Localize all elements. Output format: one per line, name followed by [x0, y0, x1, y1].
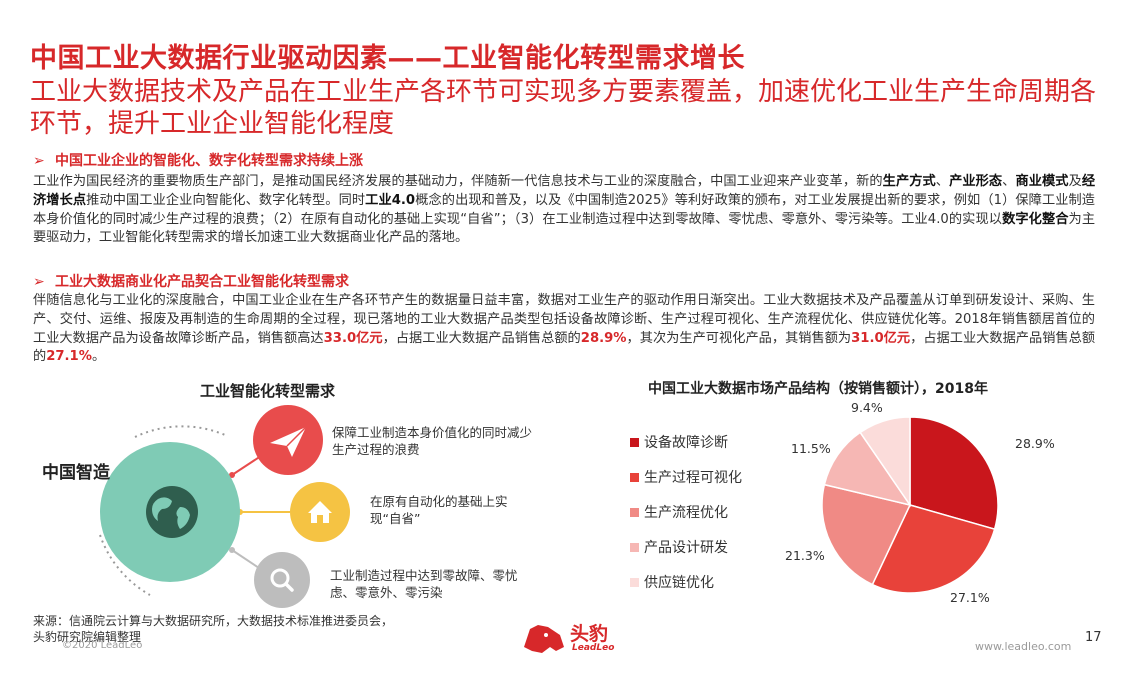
- legend-item: 供应链优化: [630, 572, 714, 592]
- data-label: 9.4%: [851, 400, 883, 415]
- logo-subtext: LeadLeo: [572, 643, 615, 653]
- page-subtitle: 工业大数据技术及产品在工业生产各环节可实现多方要素覆盖，加速优化工业生产生命周期…: [30, 77, 1097, 139]
- magnifier-icon: [254, 552, 310, 608]
- legend-swatch: [630, 577, 639, 587]
- legend-swatch: [630, 542, 639, 552]
- data-label: 11.5%: [791, 441, 831, 456]
- pie-chart: [821, 416, 999, 594]
- legend-item: 生产流程优化: [630, 502, 728, 522]
- legend-swatch: [630, 472, 639, 482]
- page-title: 中国工业大数据行业驱动因素——工业智能化转型需求增长: [30, 43, 745, 74]
- section-heading-text: 工业大数据商业化产品契合工业智能化转型需求: [55, 274, 349, 290]
- demand-text-2: 在原有自动化的基础上实现“自省”: [370, 494, 508, 526]
- demand-text-1: 保障工业制造本身价值化的同时减少生产过程的浪费: [332, 425, 533, 457]
- house-icon: [290, 482, 350, 542]
- dotted-arc-top: [134, 425, 226, 438]
- legend-swatch: [630, 437, 639, 447]
- section-paragraph-2: 伴随信息化与工业化的深度融合，中国工业企业在生产各环节产生的数据量日益丰富，数据…: [33, 293, 1096, 365]
- demand-text-3: 工业制造过程中达到零故障、零忧虑、零意外、零污染: [330, 568, 518, 600]
- data-label: 21.3%: [785, 548, 825, 563]
- legend-item: 设备故障诊断: [630, 432, 728, 452]
- china-manufacturing-label: 中国智造: [42, 463, 110, 483]
- arrow-bullet-icon: ➢: [33, 153, 45, 169]
- section-heading-1: ➢ 中国工业企业的智能化、数字化转型需求持续上涨: [33, 150, 363, 170]
- section-heading-2: ➢ 工业大数据商业化产品契合工业智能化转型需求: [33, 271, 349, 291]
- website-url[interactable]: www.leadleo.com: [975, 640, 1071, 653]
- paper-plane-icon: [253, 405, 323, 475]
- chart-title: 中国工业大数据市场产品结构（按销售额计），2018年: [648, 381, 988, 397]
- legend-swatch: [630, 507, 639, 517]
- section-heading-text: 中国工业企业的智能化、数字化转型需求持续上涨: [55, 153, 363, 169]
- legend-item: 产品设计研发: [630, 537, 728, 557]
- page-number: 17: [1085, 630, 1102, 645]
- globe-icon: [146, 486, 198, 538]
- logo-text: 头豹: [570, 623, 609, 645]
- section-paragraph-1: 工业作为国民经济的重要物质生产部门，是推动国民经济发展的基础动力，伴随新一代信息…: [33, 174, 1096, 246]
- legend-item: 生产过程可视化: [630, 467, 742, 487]
- data-label: 27.1%: [950, 590, 990, 605]
- data-label: 28.9%: [1015, 436, 1055, 451]
- copyright: ©2020 LeadLeo: [62, 640, 143, 651]
- arrow-bullet-icon: ➢: [33, 274, 45, 290]
